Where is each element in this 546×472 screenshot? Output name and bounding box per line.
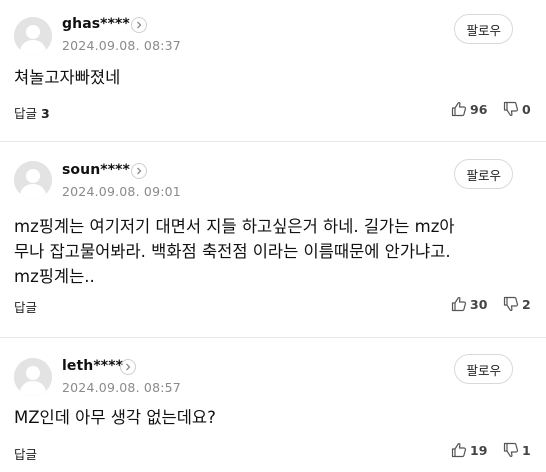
default-avatar-icon: [14, 161, 52, 199]
thumbs-up-icon: [451, 101, 467, 117]
comment-text: 쳐놀고자빠졌네: [14, 68, 121, 87]
thumbs-down-icon: [503, 296, 519, 312]
thumbs-up-icon: [451, 296, 467, 312]
thumbs-down-icon: [503, 442, 519, 458]
comment-text: mz핑계는 여기저기 대면서 지들 하고싶은거 하네. 길가는 mz아 무나 잡…: [14, 214, 524, 289]
follow-button[interactable]: 팔로우: [454, 159, 513, 189]
reply-label: 답글: [14, 447, 38, 462]
chevron-right-icon[interactable]: [131, 163, 147, 179]
dislike-button[interactable]: 1: [503, 442, 531, 458]
avatar[interactable]: [14, 161, 52, 199]
dislike-button[interactable]: 0: [503, 101, 531, 117]
comment-text-line: 무나 잡고물어봐라. 백화점 축전점 이라는 이름때문에 안가냐고.: [14, 242, 451, 261]
reply-button[interactable]: 답글: [14, 444, 37, 463]
like-count: 19: [470, 442, 488, 458]
follow-button[interactable]: 팔로우: [454, 354, 513, 384]
comment-item: leth**** 2024.09.08. 08:57 팔로우 MZ인데 아무 생…: [0, 338, 546, 472]
like-button[interactable]: 19: [451, 442, 487, 458]
comment-item: ghas**** 2024.09.08. 08:37 팔로우 쳐놀고자빠졌네 답…: [0, 0, 546, 140]
thumbs-down-icon: [503, 101, 519, 117]
avatar[interactable]: [14, 358, 52, 396]
like-button[interactable]: 30: [451, 296, 487, 312]
reply-label: 답글: [14, 300, 38, 315]
default-avatar-icon: [14, 17, 52, 55]
reply-button[interactable]: 답글 3: [14, 103, 50, 122]
username[interactable]: leth****: [62, 358, 123, 374]
follow-button[interactable]: 팔로우: [454, 14, 513, 44]
chevron-right-icon[interactable]: [120, 359, 136, 375]
comment-text-line: mz핑계는..: [14, 267, 95, 286]
comment-text: MZ인데 아무 생각 없는데요?: [14, 408, 216, 427]
dislike-button[interactable]: 2: [503, 296, 531, 312]
reply-label: 답글: [14, 106, 38, 121]
like-count: 30: [470, 296, 488, 312]
timestamp: 2024.09.08. 08:57: [62, 380, 181, 395]
timestamp: 2024.09.08. 09:01: [62, 184, 181, 199]
comment-text-line: mz핑계는 여기저기 대면서 지들 하고싶은거 하네. 길가는 mz아: [14, 217, 455, 236]
reply-count: 3: [41, 106, 50, 121]
avatar[interactable]: [14, 17, 52, 55]
username[interactable]: soun****: [62, 162, 130, 178]
like-button[interactable]: 96: [451, 101, 487, 117]
like-count: 96: [470, 101, 488, 117]
dislike-count: 2: [522, 296, 531, 312]
timestamp: 2024.09.08. 08:37: [62, 38, 181, 53]
dislike-count: 1: [522, 442, 531, 458]
reply-button[interactable]: 답글: [14, 297, 37, 316]
dislike-count: 0: [522, 101, 531, 117]
default-avatar-icon: [14, 358, 52, 396]
comment-item: soun**** 2024.09.08. 09:01 팔로우 mz핑계는 여기저…: [0, 142, 546, 338]
username[interactable]: ghas****: [62, 16, 130, 32]
thumbs-up-icon: [451, 442, 467, 458]
chevron-right-icon[interactable]: [131, 17, 147, 33]
